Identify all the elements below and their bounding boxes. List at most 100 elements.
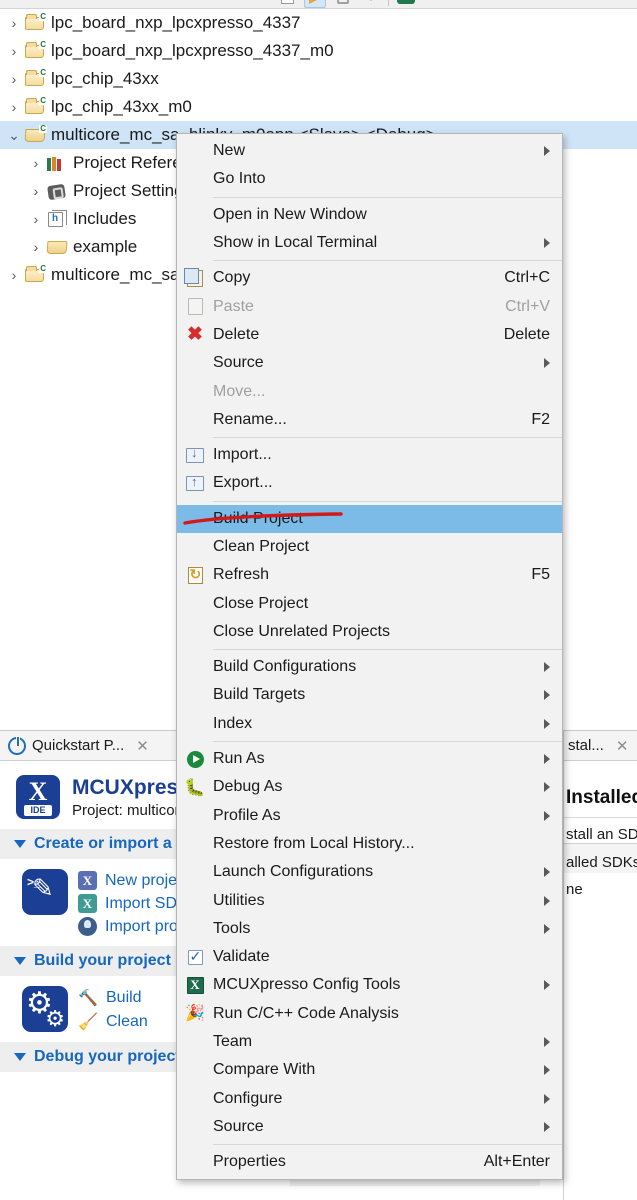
menu-item-properties[interactable]: Properties Alt+Enter <box>177 1148 562 1176</box>
toolbar-icon-group <box>276 0 417 8</box>
green-board-icon[interactable] <box>395 0 417 8</box>
link-label: Build <box>106 989 142 1006</box>
menu-item-mcuxpresso-config-tools[interactable]: X MCUXpresso Config Tools <box>177 971 562 999</box>
menu-item-label: New <box>213 142 246 160</box>
section-title: Build your project <box>34 952 171 969</box>
chevron-down-icon[interactable] <box>360 0 382 8</box>
tree-item-label: lpc_board_nxp_lpcxpresso_4337 <box>51 13 301 32</box>
expand-arrow-icon[interactable]: › <box>4 100 24 114</box>
main-toolbar <box>0 0 637 9</box>
tree-item-label: lpc_chip_43xx <box>51 69 159 88</box>
menu-item-build-targets[interactable]: Build Targets <box>177 681 562 709</box>
tree-row[interactable]: › C lpc_board_nxp_lpcxpresso_4337 <box>0 9 637 37</box>
installed-sdks-column-header[interactable]: alled SDKs <box>564 843 637 873</box>
link-clean[interactable]: 🧹 Clean <box>78 1012 148 1032</box>
menu-item-go-into[interactable]: Go Into <box>177 165 562 193</box>
menu-item-label: Close Unrelated Projects <box>213 622 390 640</box>
menu-item-paste: Paste Ctrl+V <box>177 292 562 320</box>
menu-item-label: Rename... <box>213 410 287 428</box>
expand-arrow-icon[interactable]: › <box>26 156 46 170</box>
menu-item-launch-configurations[interactable]: Launch Configurations <box>177 858 562 886</box>
menu-item-run-as[interactable]: Run As <box>177 745 562 773</box>
menu-item-rename[interactable]: Rename... F2 <box>177 406 562 434</box>
tab-quickstart-panel[interactable]: Quickstart P... <box>32 737 124 754</box>
expand-arrow-icon[interactable]: › <box>4 16 24 30</box>
expand-arrow-icon[interactable]: › <box>4 268 24 282</box>
project-context-menu[interactable]: New Go Into Open in New Window Show in Loca… <box>176 133 563 1181</box>
mcuxpresso-ide-logo-icon: X IDE <box>16 775 60 819</box>
menu-item-delete[interactable]: ✖ Delete Delete <box>177 321 562 349</box>
menu-item-source[interactable]: Source <box>177 1113 562 1141</box>
import-project-icon <box>78 917 97 936</box>
menu-item-team[interactable]: Team <box>177 1028 562 1056</box>
menu-item-label: MCUXpresso Config Tools <box>213 976 401 994</box>
mcuxpresso-ide-window: › C lpc_board_nxp_lpcxpresso_4337 › C lp… <box>0 0 637 1200</box>
menu-item-open-in-new-window[interactable]: Open in New Window <box>177 201 562 229</box>
menu-item-label: Build Targets <box>213 686 306 704</box>
menu-item-close-unrelated-projects[interactable]: Close Unrelated Projects <box>177 618 562 646</box>
menu-item-new[interactable]: New <box>177 137 562 165</box>
menu-item-build-configurations[interactable]: Build Configurations <box>177 653 562 681</box>
pin-icon[interactable] <box>332 0 354 8</box>
installed-sdks-tabbar: stal... ✕ <box>564 731 637 761</box>
close-icon[interactable]: ✕ <box>136 737 149 755</box>
code-analysis-icon: 🎉 <box>185 1004 205 1022</box>
menu-separator <box>213 196 562 198</box>
close-icon[interactable]: ✕ <box>616 737 629 755</box>
run-icon <box>177 750 213 768</box>
tree-item-label: Includes <box>73 209 137 228</box>
expand-arrow-icon[interactable]: › <box>4 72 24 86</box>
link-build[interactable]: 🔨 Build <box>78 988 148 1008</box>
menu-item-refresh[interactable]: Refresh F5 <box>177 561 562 589</box>
chevron-down-icon[interactable] <box>14 840 26 848</box>
yellow-arrow-icon[interactable] <box>304 0 326 8</box>
tree-row[interactable]: › C lpc_board_nxp_lpcxpresso_4337_m0 <box>0 37 637 65</box>
menu-item-configure[interactable]: Configure <box>177 1085 562 1113</box>
menu-item-clean-project[interactable]: Clean Project <box>177 533 562 561</box>
expand-arrow-icon[interactable]: › <box>26 184 46 198</box>
tree-row[interactable]: › C lpc_chip_43xx <box>0 65 637 93</box>
collapse-arrow-icon[interactable]: ⌄ <box>4 128 24 142</box>
menu-item-close-project[interactable]: Close Project <box>177 589 562 617</box>
menu-item-shortcut: Alt+Enter <box>483 1153 550 1171</box>
menu-item-debug-as[interactable]: 🐛 Debug As <box>177 773 562 801</box>
menu-item-restore-from-local-history[interactable]: Restore from Local History... <box>177 830 562 858</box>
installed-sdks-row[interactable]: ne <box>564 873 637 898</box>
menu-item-index[interactable]: Index <box>177 710 562 738</box>
menu-item-export[interactable]: Export... <box>177 469 562 497</box>
new-project-big-icon <box>22 869 68 915</box>
menu-item-profile-as[interactable]: Profile As <box>177 802 562 830</box>
c-project-folder-icon: C <box>24 13 47 33</box>
menu-item-shortcut: Delete <box>503 325 550 343</box>
menu-item-compare-with[interactable]: Compare With <box>177 1056 562 1084</box>
chevron-down-icon[interactable] <box>14 957 26 965</box>
submenu-arrow-icon <box>544 690 550 701</box>
new-window-icon[interactable] <box>276 0 298 8</box>
menu-item-tools[interactable]: Tools <box>177 915 562 943</box>
expand-arrow-icon[interactable]: › <box>26 240 46 254</box>
menu-item-run-c-c-code-analysis[interactable]: 🎉 Run C/C++ Code Analysis <box>177 1000 562 1028</box>
chevron-down-icon[interactable] <box>14 1053 26 1061</box>
c-project-folder-icon: C <box>24 41 47 61</box>
menu-item-show-in-local-terminal[interactable]: Show in Local Terminal <box>177 229 562 257</box>
tree-row[interactable]: › C lpc_chip_43xx_m0 <box>0 93 637 121</box>
submenu-arrow-icon <box>544 662 550 673</box>
menu-separator <box>213 740 562 742</box>
menu-item-source[interactable]: Source <box>177 349 562 377</box>
expand-arrow-icon[interactable]: › <box>4 44 24 58</box>
expand-arrow-icon[interactable]: › <box>26 212 46 226</box>
menu-item-import[interactable]: Import... <box>177 441 562 469</box>
menu-item-label: Run C/C++ Code Analysis <box>213 1004 399 1022</box>
menu-item-validate[interactable]: Validate <box>177 943 562 971</box>
includes-icon <box>46 209 68 229</box>
menu-item-utilities[interactable]: Utilities <box>177 886 562 914</box>
menu-item-label: Compare With <box>213 1061 316 1079</box>
menu-item-copy[interactable]: Copy Ctrl+C <box>177 264 562 292</box>
tab-installed-sdks[interactable]: stal... <box>568 737 604 754</box>
menu-separator <box>213 1144 562 1146</box>
menu-item-label: Launch Configurations <box>213 863 374 881</box>
submenu-arrow-icon <box>544 1037 550 1048</box>
menu-item-build-project[interactable]: Build Project <box>177 504 562 533</box>
menu-item-shortcut: F2 <box>531 410 550 428</box>
menu-item-label: Build Project <box>213 509 303 527</box>
